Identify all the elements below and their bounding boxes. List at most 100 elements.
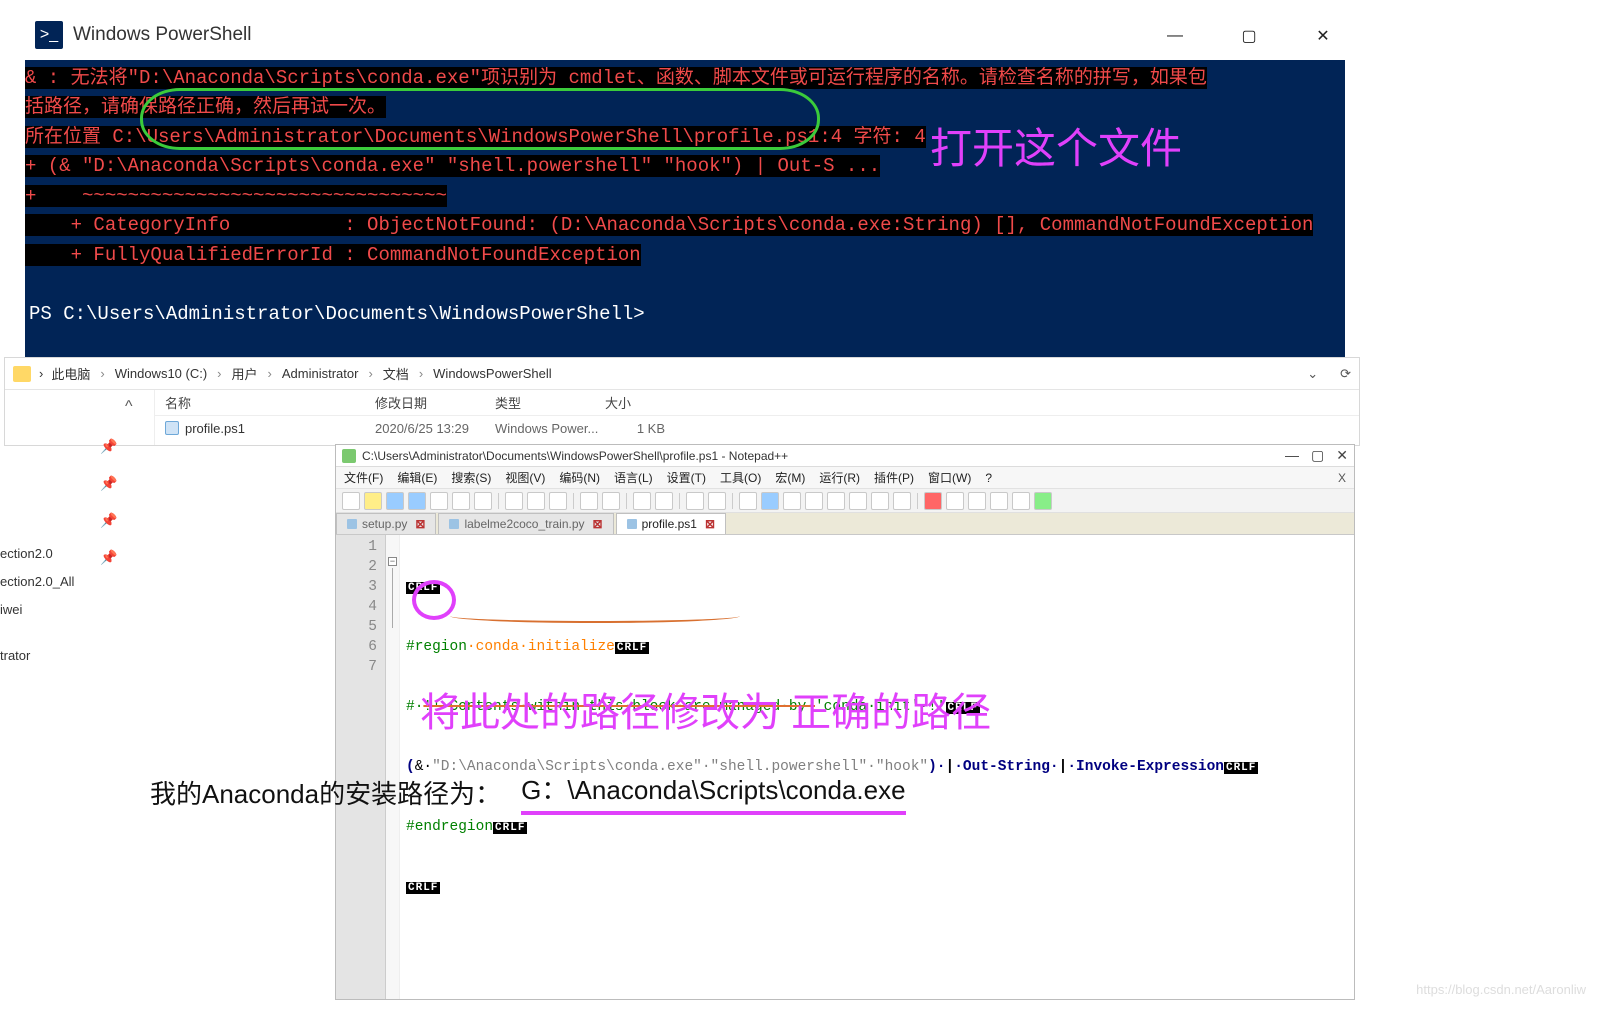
find-icon[interactable]: [633, 492, 651, 510]
copy-icon[interactable]: [527, 492, 545, 510]
crumb-admin[interactable]: Administrator: [282, 366, 359, 381]
sidebar-item[interactable]: trator: [0, 642, 74, 670]
crumb-wps[interactable]: WindowsPowerShell: [433, 366, 552, 381]
menu-help[interactable]: ?: [985, 471, 992, 485]
zoom-out-icon[interactable]: [708, 492, 726, 510]
close-all-icon[interactable]: [452, 492, 470, 510]
minimize-button[interactable]: —: [1285, 447, 1299, 464]
explorer-sidebar[interactable]: ^: [5, 390, 155, 445]
notepadpp-editor[interactable]: 1234567 − CRLF #region·conda·initializeC…: [336, 535, 1354, 999]
tab-setup-py[interactable]: setup.py⊠: [336, 513, 436, 534]
zoom-in-icon[interactable]: [686, 492, 704, 510]
play-macro-icon[interactable]: [968, 492, 986, 510]
bottom-label: 我的Anaconda的安装路径为：: [150, 774, 501, 811]
close-button[interactable]: ✕: [1301, 20, 1345, 52]
menu-macro[interactable]: 宏(M): [775, 469, 805, 486]
fold-gutter[interactable]: −: [386, 535, 400, 999]
paste-icon[interactable]: [549, 492, 567, 510]
crumb-docs[interactable]: 文档: [383, 364, 409, 383]
col-date[interactable]: 修改日期: [375, 393, 495, 412]
new-file-icon[interactable]: [342, 492, 360, 510]
crumb-thispc[interactable]: 此电脑: [51, 364, 90, 383]
crumb-drive[interactable]: Windows10 (C:): [115, 366, 207, 381]
close-button[interactable]: ✕: [1336, 447, 1348, 464]
menu-run[interactable]: 运行(R): [819, 469, 860, 486]
folder-workspace-icon[interactable]: [893, 492, 911, 510]
explorer-address-bar[interactable]: › 此电脑› Windows10 (C:)› 用户› Administrator…: [5, 358, 1359, 390]
pin-icon[interactable]: 📌: [100, 475, 140, 492]
menu-search[interactable]: 搜索(S): [451, 469, 491, 486]
error-line-3: 所在位置 C:\Users\Administrator\Documents\Wi…: [25, 126, 926, 148]
nav-up-icon[interactable]: ^: [125, 398, 133, 416]
notepadpp-titlebar[interactable]: C:\Users\Administrator\Documents\Windows…: [336, 445, 1354, 467]
menu-view[interactable]: 视图(V): [505, 469, 545, 486]
col-size[interactable]: 大小: [605, 393, 685, 412]
menu-settings[interactable]: 设置(T): [667, 469, 706, 486]
func-list-icon[interactable]: [871, 492, 889, 510]
file-tab-icon: [627, 519, 637, 529]
notepadpp-menubar[interactable]: 文件(F) 编辑(E) 搜索(S) 视图(V) 编码(N) 语言(L) 设置(T…: [336, 467, 1354, 489]
notepadpp-tabs[interactable]: setup.py⊠ labelme2coco_train.py⊠ profile…: [336, 513, 1354, 535]
tab-labelme2coco[interactable]: labelme2coco_train.py⊠: [438, 513, 613, 534]
menu-encoding[interactable]: 编码(N): [559, 469, 600, 486]
tab-close-icon[interactable]: ⊠: [593, 517, 603, 531]
col-type[interactable]: 类型: [495, 393, 605, 412]
tab-close-icon[interactable]: ⊠: [705, 517, 715, 531]
error-line-2: 括路径，请确保路径正确，然后再试一次。: [25, 96, 386, 118]
explorer-column-headers[interactable]: 名称 修改日期 类型 大小: [155, 390, 1359, 416]
powershell-window: >_ Windows PowerShell — ▢ ✕ & : 无法将"D:\A…: [25, 10, 1345, 359]
pin-icon[interactable]: 📌: [100, 438, 140, 455]
menu-close-x[interactable]: X: [1338, 471, 1346, 485]
crumb-users[interactable]: 用户: [232, 364, 258, 383]
powershell-console[interactable]: & : 无法将"D:\Anaconda\Scripts\conda.exe"项识…: [25, 60, 1345, 359]
sidebar-item[interactable]: iwei: [0, 596, 74, 624]
menu-window[interactable]: 窗口(W): [928, 469, 971, 486]
breadcrumb[interactable]: 此电脑› Windows10 (C:)› 用户› Administrator› …: [51, 364, 551, 383]
wrap-icon[interactable]: [761, 492, 779, 510]
code-area[interactable]: CRLF #region·conda·initializeCRLF #·!!·C…: [400, 535, 1264, 999]
undo-icon[interactable]: [580, 492, 598, 510]
maximize-button[interactable]: ▢: [1311, 447, 1324, 464]
replace-icon[interactable]: [655, 492, 673, 510]
doc-map-icon[interactable]: [849, 492, 867, 510]
col-name[interactable]: 名称: [155, 393, 375, 412]
save-all-icon[interactable]: [408, 492, 426, 510]
maximize-button[interactable]: ▢: [1227, 20, 1271, 52]
menu-lang[interactable]: 语言(L): [614, 469, 653, 486]
fold-minus-icon[interactable]: −: [388, 557, 397, 566]
menu-plugins[interactable]: 插件(P): [874, 469, 914, 486]
stop-macro-icon[interactable]: [946, 492, 964, 510]
minimize-button[interactable]: —: [1153, 20, 1197, 52]
pin-icon[interactable]: 📌: [100, 512, 140, 529]
cut-icon[interactable]: [505, 492, 523, 510]
sidebar-item[interactable]: ection2.0_All: [0, 568, 74, 596]
notepadpp-toolbar[interactable]: [336, 489, 1354, 513]
monitor-icon[interactable]: [1034, 492, 1052, 510]
address-dropdown-icon[interactable]: ⌄: [1307, 366, 1318, 382]
table-row[interactable]: profile.ps1 2020/6/25 13:29 Windows Powe…: [155, 416, 1359, 440]
menu-file[interactable]: 文件(F): [344, 469, 383, 486]
powershell-titlebar[interactable]: >_ Windows PowerShell — ▢ ✕: [25, 10, 1345, 60]
redo-icon[interactable]: [602, 492, 620, 510]
file-explorer: › 此电脑› Windows10 (C:)› 用户› Administrator…: [4, 357, 1360, 446]
refresh-icon[interactable]: ⟳: [1326, 366, 1351, 382]
lang-icon[interactable]: [827, 492, 845, 510]
play-multi-icon[interactable]: [990, 492, 1008, 510]
print-icon[interactable]: [474, 492, 492, 510]
sync-v-icon[interactable]: [739, 492, 757, 510]
record-macro-icon[interactable]: [924, 492, 942, 510]
save-macro-icon[interactable]: [1012, 492, 1030, 510]
menu-tools[interactable]: 工具(O): [720, 469, 761, 486]
tab-close-icon[interactable]: ⊠: [415, 517, 425, 531]
tab-profile-ps1[interactable]: profile.ps1⊠: [616, 513, 726, 534]
pin-icon[interactable]: 📌: [100, 549, 140, 566]
save-icon[interactable]: [386, 492, 404, 510]
open-file-icon[interactable]: [364, 492, 382, 510]
show-all-icon[interactable]: [783, 492, 801, 510]
annotation-modify-path: 将此处的路径修改为 正确的路径: [420, 680, 991, 738]
sidebar-item[interactable]: ection2.0: [0, 540, 74, 568]
close-file-icon[interactable]: [430, 492, 448, 510]
breadcrumb-sep: ›: [39, 366, 43, 381]
indent-guide-icon[interactable]: [805, 492, 823, 510]
menu-edit[interactable]: 编辑(E): [397, 469, 437, 486]
